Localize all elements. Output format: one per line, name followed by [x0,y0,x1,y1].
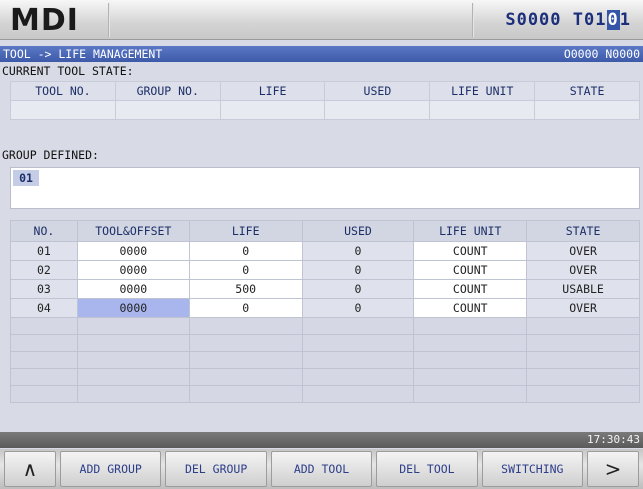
current-tool-no-value [10,100,116,120]
col-used: USED [324,81,431,101]
status-bar: 17:30:43 [0,432,643,448]
col-life-unit: LIFE UNIT [429,81,536,101]
th-life-unit: LIFE UNIT [413,220,528,242]
current-state-value [534,100,640,120]
current-used-value [324,100,431,120]
cell-life-unit[interactable]: COUNT [413,260,528,280]
table-row[interactable]: 02 0000 0 0 COUNT OVER [10,260,640,280]
up-chevron-icon: ∧ [22,457,38,481]
next-softkey-button[interactable]: > [587,451,640,487]
th-no: NO. [10,220,78,242]
cell-no: 04 [10,298,78,318]
col-tool-no: TOOL NO. [10,81,116,101]
cell-life[interactable]: 0 [188,298,303,318]
cell-life[interactable]: 0 [188,260,303,280]
empty-row [10,317,640,335]
divider [108,3,110,37]
current-state-label: CURRENT TOOL STATE: [2,64,134,78]
next-arrow-icon: > [604,457,622,481]
cell-state: OVER [526,298,640,318]
col-life: LIFE [219,81,326,101]
current-group-no-value [114,100,221,120]
cell-life-unit[interactable]: COUNT [413,241,528,261]
screen-title-bar: TOOL -> LIFE MANAGEMENT O0000 N0000 [0,46,643,62]
add-tool-button[interactable]: ADD TOOL [270,451,373,487]
cell-used: 0 [301,241,415,261]
cell-tool-offset-selected[interactable]: 0000 [76,298,190,318]
empty-row [10,351,640,369]
cell-tool-offset[interactable]: 0000 [76,260,190,280]
top-status-bar: MDI S0000 T0101 [0,0,643,40]
cell-tool-offset[interactable]: 0000 [76,241,190,261]
cell-used: 0 [301,298,415,318]
empty-row [10,385,640,403]
cell-state: USABLE [526,279,640,299]
th-state: STATE [526,220,640,242]
softkey-bar: ∧ ADD GROUP DEL GROUP ADD TOOL DEL TOOL … [0,449,643,489]
tool-life-table: NO. TOOL&OFFSET LIFE USED LIFE UNIT STAT… [10,220,640,403]
table-row[interactable]: 01 0000 0 0 COUNT OVER [10,241,640,261]
current-life-value [219,100,326,120]
table-row[interactable]: 03 0000 500 0 COUNT USABLE [10,279,640,299]
clock: 17:30:43 [587,433,640,446]
screen-path: TOOL -> LIFE MANAGEMENT [3,47,163,61]
group-defined-box: 01 [10,167,640,209]
cell-state: OVER [526,241,640,261]
cell-life-unit[interactable]: COUNT [413,298,528,318]
col-state: STATE [534,81,640,101]
th-tool-offset: TOOL&OFFSET [76,220,190,242]
cell-used: 0 [301,260,415,280]
cell-no: 01 [10,241,78,261]
group-defined-label: GROUP DEFINED: [2,148,99,162]
cell-no: 02 [10,260,78,280]
del-tool-button[interactable]: DEL TOOL [376,451,478,487]
cell-tool-offset[interactable]: 0000 [76,279,190,299]
divider [472,3,474,37]
table-row[interactable]: 04 0000 0 0 COUNT OVER [10,298,640,318]
switching-button[interactable]: SWITCHING [481,451,584,487]
mode-indicator: MDI [10,3,79,38]
empty-row [10,334,640,352]
cell-life-unit[interactable]: COUNT [413,279,528,299]
empty-row [10,368,640,386]
program-number: O0000 N0000 [563,47,640,61]
cell-no: 03 [10,279,78,299]
add-group-button[interactable]: ADD GROUP [60,451,162,487]
del-group-button[interactable]: DEL GROUP [165,451,267,487]
current-life-unit-value [429,100,536,120]
tool-number-cursor: 0 [606,10,620,30]
spindle-speed: S0000 [505,10,562,30]
prev-softkey-button[interactable]: ∧ [4,451,56,487]
th-life: LIFE [188,220,303,242]
th-used: USED [301,220,415,242]
cell-state: OVER [526,260,640,280]
tool-number: T0101 [572,10,631,30]
current-state-table: TOOL NO. GROUP NO. LIFE USED LIFE UNIT S… [10,81,640,120]
col-group-no: GROUP NO. [114,81,221,101]
spindle-tool-readout: S0000 T0101 [505,10,631,30]
cell-used: 0 [301,279,415,299]
group-chip[interactable]: 01 [13,170,39,186]
cell-life[interactable]: 500 [188,279,303,299]
cell-life[interactable]: 0 [188,241,303,261]
